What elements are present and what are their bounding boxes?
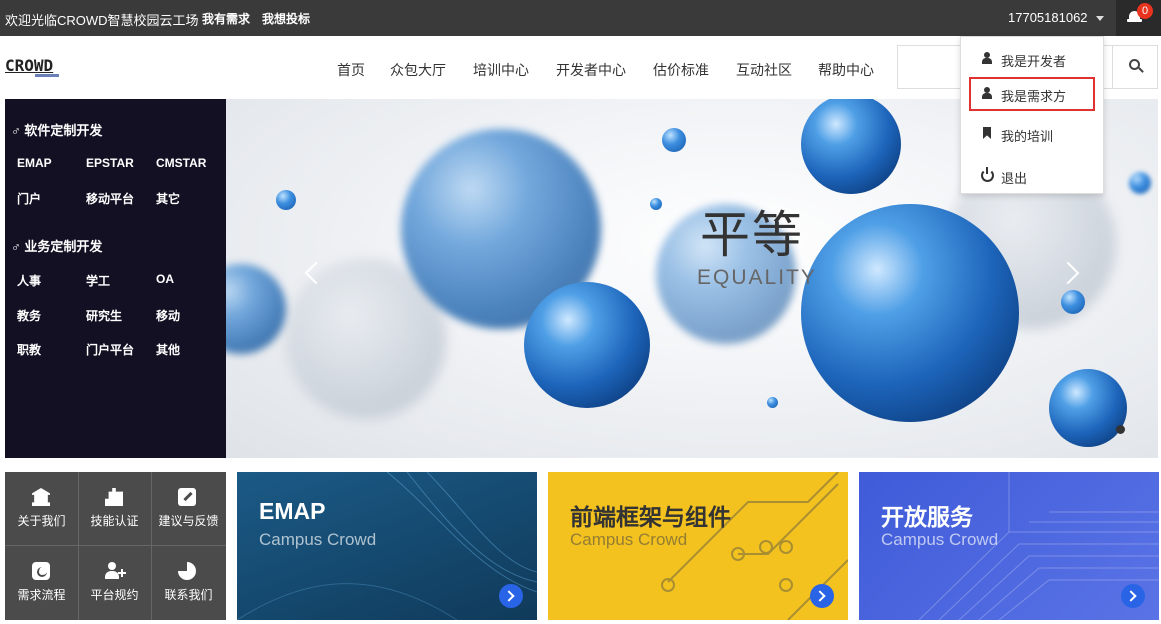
quick-link-certification[interactable]: 技能认证 [78,472,151,546]
crowd-logo[interactable]: CROWD [5,56,61,78]
chevron-right-icon[interactable] [1121,584,1145,608]
category-link[interactable]: 其它 [156,190,180,207]
user-icon [981,52,993,66]
category-link[interactable]: 移动平台 [86,190,134,207]
logo-bar [35,74,59,77]
nav-crowd-hall[interactable]: 众包大厅 [390,60,446,80]
category-panel: ♂ 软件定制开发 EMAP EPSTAR CMSTAR 门户 移动平台 其它 ♂… [5,99,226,458]
need-link[interactable]: 我有需求 [202,10,250,27]
category-link[interactable]: 学工 [86,272,110,289]
quick-link-label: 联系我们 [164,588,213,602]
banner-decoration [801,204,1019,422]
menu-item-label: 我的培训 [1001,129,1054,144]
nav-developer-center[interactable]: 开发者中心 [556,60,626,80]
bank-icon [32,488,50,506]
category-link[interactable]: EMAP [17,156,52,170]
chevron-right-icon[interactable] [499,584,523,608]
caret-down-icon[interactable] [1096,16,1104,21]
card-subtitle: Campus Crowd [570,530,688,549]
card-title: 前端框架与组件 [570,504,731,530]
category-link[interactable]: CMSTAR [156,156,206,170]
quick-link-label: 关于我们 [17,514,66,528]
top-bar: 欢迎光临CROWD智慧校园云工场 我有需求 我想投标 17705181062 0 [0,0,1161,36]
nav-pricing[interactable]: 估价标准 [653,60,709,80]
card-title: 开放服务 [881,504,973,530]
quick-link-feedback[interactable]: 建议与反馈 [151,472,226,546]
category-link[interactable]: 职教 [17,341,41,358]
pie-chart-icon [178,562,196,580]
quick-link-label: 需求流程 [17,588,66,602]
banner-decoration [801,99,901,194]
menu-item-label: 我是需求方 [1001,89,1067,104]
phone-icon [32,562,50,580]
quick-link-about[interactable]: 关于我们 [5,472,78,546]
quick-link-rules[interactable]: 平台规约 [78,546,151,620]
bid-link[interactable]: 我想投标 [262,10,310,27]
notification-button[interactable]: 0 [1116,0,1161,36]
nav-help[interactable]: 帮助中心 [818,60,874,80]
category-link[interactable]: 教务 [17,307,41,324]
user-icon [981,87,993,101]
category-link[interactable]: 人事 [17,272,41,289]
carousel-dot[interactable] [1116,425,1125,434]
category-link[interactable]: EPSTAR [86,156,134,170]
category-link[interactable]: 移动 [156,307,180,324]
category-title-business: ♂ 业务定制开发 [11,239,103,254]
search-button[interactable] [1113,45,1158,89]
category-link[interactable]: OA [156,272,174,286]
menu-item-requester[interactable]: 我是需求方 [969,77,1095,111]
banner-decoration [1129,172,1151,194]
nav-home[interactable]: 首页 [337,60,365,80]
menu-item-developer[interactable]: 我是开发者 [969,42,1095,76]
chevron-right-icon[interactable] [810,584,834,608]
banner-decoration [1061,290,1085,314]
quick-link-process[interactable]: 需求流程 [5,546,78,620]
banner-decoration [226,264,286,354]
quick-link-label: 平台规约 [90,588,139,602]
card-frontend-framework[interactable]: 前端框架与组件 Campus Crowd [548,472,848,620]
bookmark-icon [983,127,991,139]
user-dropdown-menu: 我是开发者 我是需求方 我的培训 退出 [960,36,1104,194]
quick-links-grid: 关于我们 技能认证 建议与反馈 需求流程 平台规约 联系我们 [5,472,226,620]
banner-decoration [650,198,662,210]
banner-decoration [662,128,686,152]
category-link[interactable]: 研究生 [86,307,122,324]
banner-subtitle: EQUALITY [697,266,817,289]
nav-training[interactable]: 培训中心 [473,60,529,80]
welcome-text: 欢迎光临CROWD智慧校园云工场 [5,13,199,28]
quick-link-contact[interactable]: 联系我们 [151,546,226,620]
quick-link-label: 技能认证 [90,514,139,528]
power-icon [981,167,994,182]
banner-decoration [524,282,650,408]
card-subtitle: Campus Crowd [881,530,999,549]
notification-badge: 0 [1137,3,1153,19]
menu-item-my-training[interactable]: 我的培训 [969,117,1095,151]
banner-decoration [276,190,296,210]
card-open-service[interactable]: 开放服务 Campus Crowd [859,472,1159,620]
category-title-software: ♂ 软件定制开发 [11,123,103,138]
banner-decoration [767,397,778,408]
card-title: EMAP [259,498,326,524]
banner-title: 平等 [700,206,804,264]
search-icon-handle [1138,67,1144,73]
logo-text: CROWD [5,56,54,75]
edit-icon [178,488,196,506]
user-account-menu[interactable]: 17705181062 [1008,10,1088,25]
card-subtitle: Campus Crowd [259,530,377,549]
category-link[interactable]: 其他 [156,341,180,358]
menu-item-label: 退出 [1001,171,1028,186]
category-link[interactable]: 门户 [17,190,41,207]
menu-item-label: 我是开发者 [1001,54,1067,69]
puzzle-icon [105,488,123,506]
nav-community[interactable]: 互动社区 [736,60,792,80]
banner-decoration [1049,369,1127,447]
menu-item-logout[interactable]: 退出 [969,159,1095,193]
user-add-icon [105,562,126,580]
quick-link-label: 建议与反馈 [158,514,219,528]
card-emap[interactable]: EMAP Campus Crowd [237,472,537,620]
category-link[interactable]: 门户平台 [86,341,134,358]
